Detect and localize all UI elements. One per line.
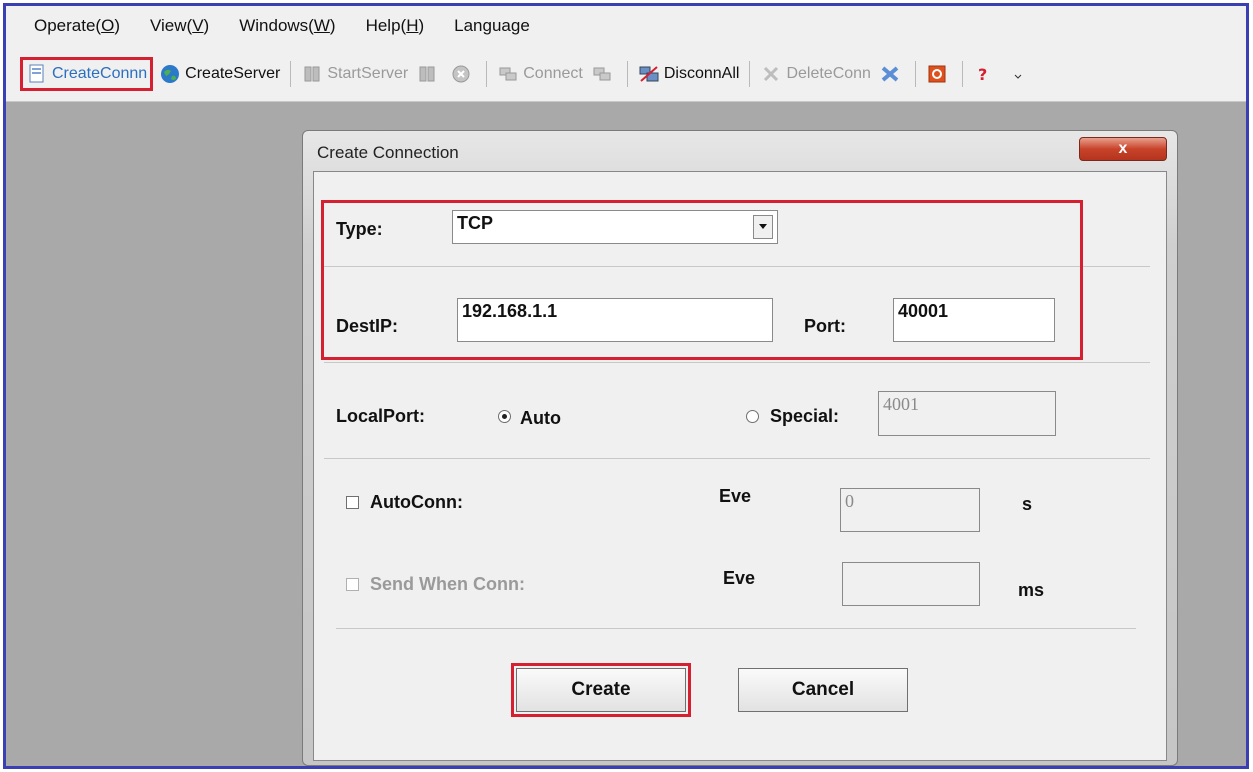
help-button[interactable]: ? (969, 57, 1003, 91)
network-all-icon (638, 63, 660, 85)
menu-help[interactable]: Help(H) (366, 16, 425, 36)
toolbar: CreateConnn CreateServer StartServer Con… (6, 46, 1246, 102)
delete-icon (760, 63, 782, 85)
toolbar-separator (749, 60, 751, 87)
toolbar-separator (486, 60, 488, 87)
milliseconds-unit-label: ms (1018, 580, 1045, 600)
delete-conn-button[interactable]: DeleteConn (756, 57, 875, 91)
special-port-input[interactable]: 4001 (878, 391, 1056, 436)
stop-server-button[interactable] (412, 57, 446, 91)
autoconn-interval-input[interactable]: 0 (840, 488, 980, 532)
menu-language[interactable]: Language (454, 16, 530, 36)
delete-all-button[interactable] (875, 57, 909, 91)
document-icon (26, 63, 48, 85)
auto-radio[interactable] (498, 410, 511, 423)
help-icon: ? (973, 63, 995, 85)
autoconn-checkbox[interactable] (346, 496, 359, 509)
send-when-conn-label: Send When Conn: (370, 574, 525, 594)
eve-label: Eve (723, 568, 756, 588)
localport-label: LocalPort: (336, 406, 426, 426)
create-conn-button[interactable]: CreateConnn (20, 56, 154, 91)
send-when-conn-checkbox[interactable] (346, 578, 359, 591)
delete-all-icon (879, 63, 901, 85)
connect-button[interactable]: Connect (493, 57, 587, 91)
cancel-circle-icon (450, 63, 472, 85)
close-icon: x (1118, 140, 1128, 157)
start-server-button[interactable]: StartServer (297, 57, 412, 91)
disconn-all-button[interactable]: DisconnAll (634, 57, 744, 91)
special-radio[interactable] (746, 410, 759, 423)
eve-label: Eve (719, 486, 752, 506)
power-button[interactable] (922, 57, 956, 91)
toolbar-separator (626, 60, 628, 87)
auto-label: Auto (520, 408, 561, 428)
highlight-box (511, 663, 691, 717)
divider (324, 362, 1150, 363)
chevron-down-icon (1007, 63, 1029, 85)
server-stop-icon (416, 63, 438, 85)
send-when-conn-interval-input[interactable] (842, 562, 980, 606)
toolbar-separator (961, 60, 963, 87)
divider (324, 458, 1150, 459)
cancel-button[interactable]: Cancel (738, 668, 908, 712)
toolbar-separator (290, 60, 292, 87)
disconnect-button[interactable] (587, 57, 621, 91)
power-icon (926, 63, 948, 85)
toolbar-overflow-button[interactable] (1003, 57, 1037, 91)
menu-operate[interactable]: Operate(O) (34, 16, 120, 36)
autoconn-label: AutoConn: (370, 492, 463, 512)
app-window: Operate(O) View(V) Windows(W) Help(H) La… (3, 3, 1249, 769)
network-icon (497, 63, 519, 85)
server-icon (301, 63, 323, 85)
network-disconnect-icon (591, 63, 613, 85)
dialog-title: Create Connection (317, 143, 459, 162)
divider (336, 628, 1136, 629)
svg-text:?: ? (978, 65, 987, 84)
seconds-unit-label: s (1022, 494, 1033, 514)
create-connection-dialog: Create Connection x Type: TCP DestIP: 19… (302, 130, 1178, 766)
menu-windows[interactable]: Windows(W) (239, 16, 335, 36)
remove-server-button[interactable] (446, 57, 480, 91)
globe-icon (159, 63, 181, 85)
toolbar-separator (914, 60, 916, 87)
menu-bar: Operate(O) View(V) Windows(W) Help(H) La… (6, 6, 1246, 46)
close-button[interactable]: x (1079, 137, 1167, 161)
dialog-body: Type: TCP DestIP: 192.168.1.1 Port: 4000… (313, 171, 1167, 761)
menu-view[interactable]: View(V) (150, 16, 209, 36)
special-label: Special: (770, 406, 840, 426)
highlight-box (321, 200, 1083, 360)
create-server-button[interactable]: CreateServer (155, 57, 284, 91)
